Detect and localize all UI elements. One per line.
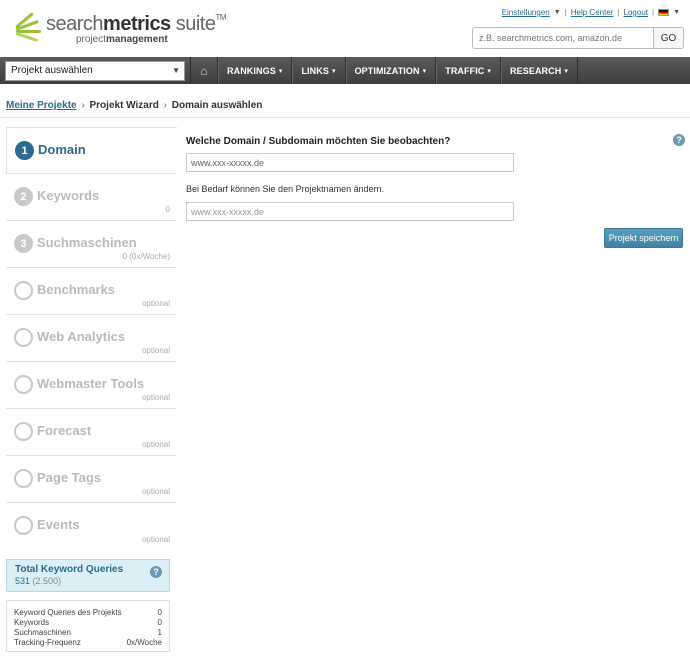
home-icon[interactable]: ⌂ bbox=[190, 57, 218, 84]
divider bbox=[0, 117, 690, 118]
step-label: Page Tags bbox=[37, 470, 102, 485]
keyword-queries-title: Total Keyword Queries bbox=[15, 564, 124, 575]
step-domain[interactable]: 1 Domain bbox=[6, 127, 177, 174]
stat-row: Suchmaschinen 1 bbox=[14, 628, 162, 637]
nav-traffic[interactable]: TRAFFIC ▾ bbox=[436, 57, 502, 84]
step-optional: optional bbox=[141, 393, 170, 402]
top-links: Einstellungen ▼ | Help Center | Logout |… bbox=[501, 8, 680, 17]
help-icon[interactable]: ? bbox=[673, 134, 685, 146]
step-webmaster-tools[interactable]: Webmaster Tools optional bbox=[6, 362, 176, 409]
step-optional: optional bbox=[141, 299, 170, 308]
project-select[interactable]: Projekt auswählen ▼ bbox=[5, 60, 185, 81]
stat-row: Keywords 0 bbox=[14, 618, 162, 627]
keyword-queries-value: 531 (2.500) bbox=[15, 576, 62, 586]
header: searchmetrics suiteTM projectmanagement … bbox=[0, 0, 690, 57]
step-optional: optional bbox=[141, 440, 170, 449]
help-icon[interactable]: ? bbox=[150, 566, 162, 578]
search-input[interactable] bbox=[473, 28, 653, 48]
step-label: Forecast bbox=[37, 423, 92, 438]
nav-rankings[interactable]: RANKINGS ▾ bbox=[218, 57, 293, 84]
breadcrumb-current: Domain auswählen bbox=[171, 100, 263, 111]
stat-row: Keyword Queries des Projekts 0 bbox=[14, 608, 162, 617]
step-web-analytics[interactable]: Web Analytics optional bbox=[6, 315, 176, 362]
wizard-steps: 1 Domain 2 Keywords 0 3 Suchmaschinen 0 … bbox=[6, 127, 177, 550]
step-label: Suchmaschinen bbox=[37, 235, 137, 250]
circle-icon bbox=[14, 422, 33, 441]
step-optional: optional bbox=[141, 346, 170, 355]
project-name-hint: Bei Bedarf können Sie den Projektnamen ä… bbox=[186, 184, 385, 194]
step-forecast[interactable]: Forecast optional bbox=[6, 409, 176, 456]
step-optional: optional bbox=[141, 535, 170, 544]
project-name-input[interactable]: www.xxx-xxxxx.de bbox=[186, 202, 514, 221]
stat-row: Tracking-Frequenz 0x/Woche bbox=[14, 638, 162, 647]
step-keywords[interactable]: 2 Keywords 0 bbox=[6, 174, 176, 221]
step-label: Domain bbox=[38, 142, 86, 157]
circle-icon bbox=[14, 328, 33, 347]
logout-link[interactable]: Logout bbox=[624, 8, 648, 17]
circle-icon bbox=[14, 281, 33, 300]
step-page-tags[interactable]: Page Tags optional bbox=[6, 456, 176, 503]
chevron-down-icon[interactable]: ▼ bbox=[673, 9, 680, 16]
logo[interactable]: searchmetrics suiteTM projectmanagement bbox=[14, 12, 227, 45]
nav-links[interactable]: LINKS ▾ bbox=[292, 57, 346, 84]
project-select-value: Projekt auswählen bbox=[11, 65, 93, 76]
german-flag-icon[interactable] bbox=[658, 9, 670, 16]
logo-subtitle: projectmanagement bbox=[76, 34, 168, 45]
step-label: Keywords bbox=[37, 188, 100, 203]
search-box: GO bbox=[472, 27, 684, 49]
step-number-icon: 3 bbox=[14, 234, 33, 253]
nav-optimization[interactable]: OPTIMIZATION ▾ bbox=[346, 57, 437, 84]
step-label: Benchmarks bbox=[37, 282, 116, 297]
step-count: 0 (0x/Woche) bbox=[122, 252, 170, 261]
step-optional: optional bbox=[141, 487, 170, 496]
project-stats: Keyword Queries des Projekts 0 Keywords 0 … bbox=[6, 600, 170, 652]
go-button[interactable]: GO bbox=[653, 28, 683, 48]
chevron-down-icon: ▼ bbox=[553, 9, 561, 16]
step-search-engines[interactable]: 3 Suchmaschinen 0 (0x/Woche) bbox=[6, 221, 176, 268]
step-number-icon: 2 bbox=[14, 187, 33, 206]
help-center-link[interactable]: Help Center bbox=[571, 8, 614, 17]
step-number-icon: 1 bbox=[15, 141, 34, 160]
domain-input[interactable]: www.xxx-xxxxx.de bbox=[186, 153, 514, 172]
keyword-queries-box: Total Keyword Queries 531 (2.500) ? bbox=[6, 559, 170, 592]
logo-wordmark: searchmetrics suiteTM bbox=[46, 13, 227, 35]
circle-icon bbox=[14, 516, 33, 535]
main-nav: Projekt auswählen ▼ ⌂ RANKINGS ▾ LINKS ▾ O… bbox=[0, 57, 690, 84]
step-events[interactable]: Events optional bbox=[6, 503, 176, 550]
step-label: Webmaster Tools bbox=[37, 376, 145, 391]
step-benchmarks[interactable]: Benchmarks optional bbox=[6, 268, 176, 315]
logo-mark-icon bbox=[14, 12, 42, 43]
breadcrumb-project-wizard: Projekt Wizard bbox=[89, 100, 159, 111]
step-count: 0 bbox=[165, 205, 170, 214]
chevron-down-icon: ▼ bbox=[172, 66, 180, 75]
step-label: Web Analytics bbox=[37, 329, 126, 344]
breadcrumb: Meine Projekte › Projekt Wizard › Domain… bbox=[6, 100, 263, 111]
domain-question: Welche Domain / Subdomain möchten Sie be… bbox=[186, 136, 451, 147]
breadcrumb-my-projects[interactable]: Meine Projekte bbox=[6, 100, 77, 111]
circle-icon bbox=[14, 375, 33, 394]
nav-research[interactable]: RESEARCH ▾ bbox=[501, 57, 578, 84]
circle-icon bbox=[14, 469, 33, 488]
step-label: Events bbox=[37, 517, 80, 532]
settings-link[interactable]: Einstellungen bbox=[502, 8, 550, 17]
save-project-button[interactable]: Projekt speichern bbox=[604, 228, 683, 248]
